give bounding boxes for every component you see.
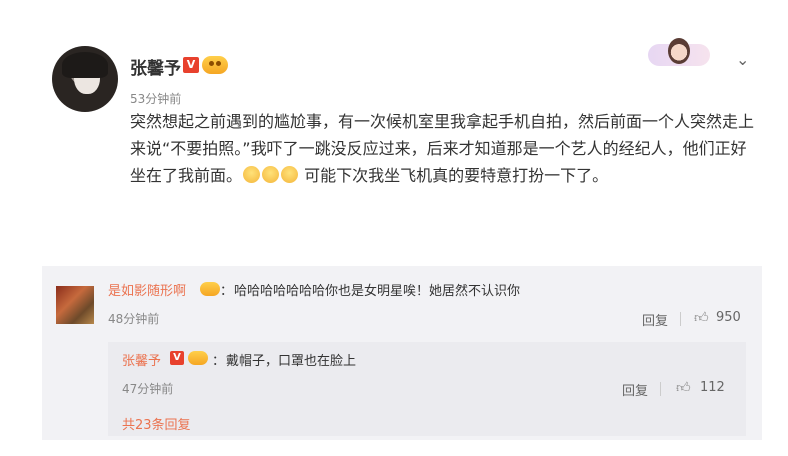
tired-face-emoji-icon [243,166,261,183]
membership-emoji-icon [200,282,220,296]
thumbs-up-icon[interactable]: 👍︎ [694,309,709,326]
reply-text: 戴帽子，口罩也在脸上 [226,354,357,369]
post-text-part2: 可能下次我坐飞机真的要特意打扮一下了。 [304,166,609,185]
verified-badge: V [183,57,199,73]
thumbs-up-icon[interactable]: 👍︎ [676,379,691,396]
user-avatar[interactable] [52,46,118,112]
reply-like-count: 112 [700,380,725,395]
more-replies-link[interactable]: 共23条回复 [122,414,191,433]
tired-face-emoji-icon [262,166,280,183]
verified-badge: V [170,351,184,365]
tired-face-emoji-icon [281,166,299,183]
reply-username[interactable]: 张馨予 [122,350,161,369]
comment-reply-button[interactable]: 回复 [642,310,668,329]
reply-reply-button[interactable]: 回复 [622,380,648,399]
membership-emoji-icon [202,56,228,74]
post-timestamp[interactable]: 53分钟前 [130,90,181,107]
profile-sticker-icon [648,38,714,70]
comment-colon: ： [220,284,234,299]
weibo-post: 张馨予 V 53分钟前 ⌄ 突然想起之前遇到的尴尬事，有一次候机室里我拿起手机自… [52,38,760,258]
chevron-down-icon[interactable]: ⌄ [736,50,749,69]
comment-like-count: 950 [716,310,741,325]
divider [660,382,661,396]
comment-username[interactable]: 是如影随形啊 [108,280,186,299]
comment-text: 哈哈哈哈哈哈哈你也是女明星唉！她居然不认识你 [234,284,521,299]
comments-section: 是如影随形啊 ： 哈哈哈哈哈哈哈你也是女明星唉！她居然不认识你 48分钟前 回复… [42,266,762,440]
post-username[interactable]: 张馨予 [130,54,181,79]
reply-timestamp: 47分钟前 [122,382,174,396]
divider [680,312,681,326]
reply-box: 张馨予 V ： 戴帽子，口罩也在脸上 47分钟前 回复 👍︎ 112 共23条回… [108,342,746,436]
reply-colon: ： [212,354,226,369]
commenter-avatar[interactable] [56,286,94,324]
membership-emoji-icon [188,351,208,365]
comment-timestamp: 48分钟前 [108,312,160,326]
post-text: 突然想起之前遇到的尴尬事，有一次候机室里我拿起手机自拍，然后前面一个人突然走上来… [130,108,760,189]
